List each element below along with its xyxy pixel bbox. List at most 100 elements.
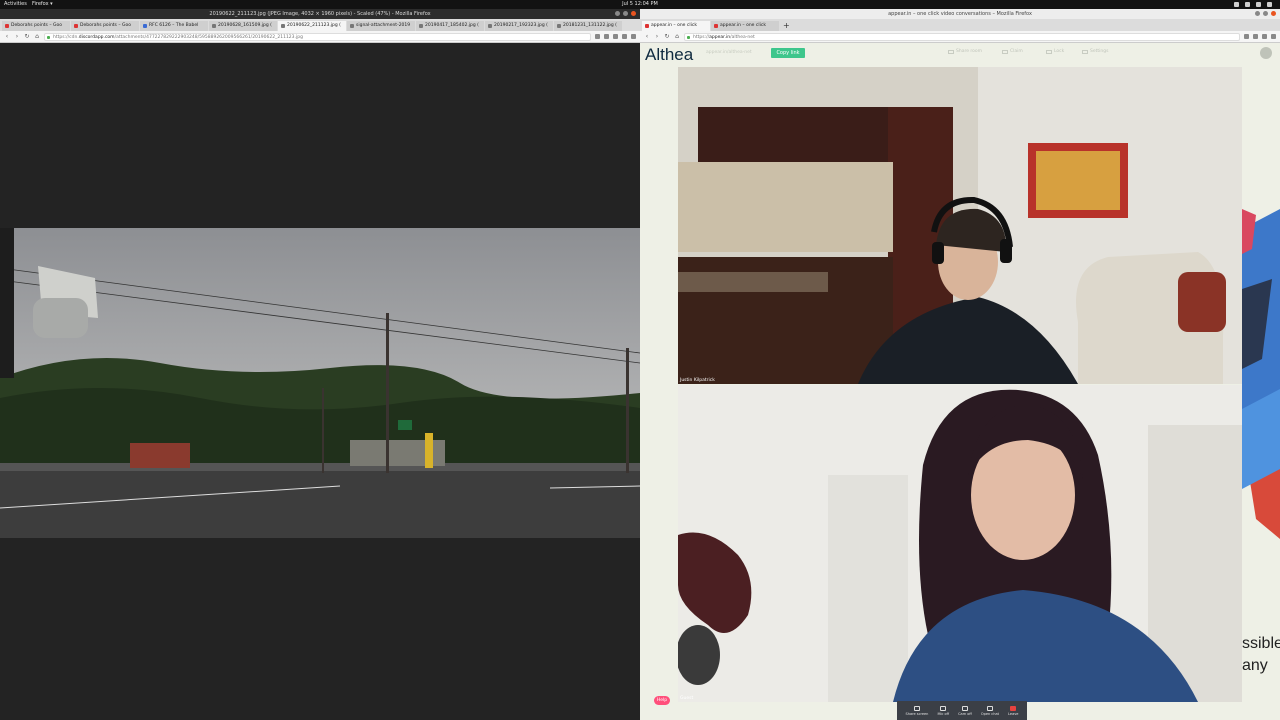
network-icon[interactable] [1245, 2, 1250, 7]
video-tile-justin[interactable]: Justin Kilpatrick [678, 67, 1242, 384]
browser-tab[interactable]: 20190217_192323.jpg ( [485, 21, 553, 31]
downloads-icon[interactable] [1244, 34, 1249, 39]
cam-toggle-button[interactable]: Cam off [958, 705, 972, 716]
system-tray[interactable] [1234, 0, 1272, 7]
url-bar[interactable]: https://appear.in/althea-net [684, 32, 1240, 41]
back-icon[interactable]: ‹ [4, 33, 10, 40]
control-label: Share screen [905, 711, 929, 716]
screen-icon [913, 705, 920, 711]
settings-button[interactable]: Settings [1082, 49, 1108, 54]
leave-icon [1010, 705, 1017, 711]
control-label: Mic off [937, 711, 950, 716]
forward-icon[interactable]: › [654, 33, 660, 40]
doc-icon [143, 24, 147, 28]
participant-name: Guest [680, 696, 694, 701]
browser-tab-active[interactable]: appear.in – one click [642, 21, 710, 31]
minimize-icon[interactable] [1255, 11, 1260, 16]
browser-tab[interactable]: signal-attachment-2019 [347, 21, 415, 31]
menu-icon[interactable] [1271, 34, 1276, 39]
chat-icon [986, 705, 993, 711]
library-icon[interactable] [604, 34, 609, 39]
url-prefix: https://cdn. [53, 34, 79, 40]
background-text-line: any [1242, 657, 1268, 674]
tab-label: 20190622_211123.jpg ( [287, 23, 341, 28]
avatar[interactable] [1260, 47, 1272, 59]
lock-button[interactable]: Lock [1046, 49, 1064, 54]
claim-button[interactable]: Claim [1002, 49, 1023, 54]
displayed-photo[interactable] [0, 228, 640, 538]
mic-toggle-button[interactable]: Mic off [937, 705, 950, 716]
maximize-icon[interactable] [623, 11, 628, 16]
browser-tab[interactable]: Deborahs points – Goo [71, 21, 139, 31]
volume-icon[interactable] [1256, 2, 1261, 7]
camera-icon [961, 705, 968, 711]
app-menu[interactable]: Firefox ▾ [32, 0, 53, 9]
image-icon [488, 24, 492, 28]
reload-icon[interactable]: ↻ [24, 33, 30, 40]
image-icon [557, 24, 561, 28]
window-titlebar: appear.in – one click video conversation… [640, 9, 1280, 19]
image-icon [419, 24, 423, 28]
tab-label: RFC 6126 – The Babel [149, 23, 199, 28]
window-titlebar: 20190622_211123.jpg (JPEG Image, 4032 × … [0, 9, 640, 19]
extension-icon[interactable] [622, 34, 627, 39]
tab-label: Deborahs points – Goo [80, 23, 132, 28]
activities-button[interactable]: Activities [4, 0, 27, 9]
copy-link-button[interactable]: Copy link [771, 48, 805, 58]
room-link: appear.in/althea-net [706, 50, 752, 55]
browser-tab[interactable]: RFC 6126 – The Babel [140, 21, 208, 31]
reload-icon[interactable]: ↻ [664, 33, 670, 40]
browser-tab[interactable]: 20190417_185402.jpg ( [416, 21, 484, 31]
tab-label: 20181231_131122.jpg ( [563, 23, 617, 28]
tab-label: appear.in – one click [720, 23, 766, 28]
extension-icon[interactable] [1262, 34, 1267, 39]
leave-button[interactable]: Leave [1008, 705, 1018, 716]
share-screen-button[interactable]: Share screen [905, 705, 929, 716]
video-tile-guest[interactable]: Guest [678, 385, 1242, 702]
browser-tab[interactable]: appear.in – one click [711, 21, 779, 31]
new-tab-icon[interactable]: + [780, 21, 793, 31]
url-prefix: https:// [693, 34, 710, 40]
control-label: Cam off [958, 711, 972, 716]
extension-icon[interactable] [613, 34, 618, 39]
nav-label: Share room [956, 49, 983, 54]
maximize-icon[interactable] [1263, 11, 1268, 16]
open-chat-button[interactable]: Open chat [981, 705, 999, 716]
forward-icon[interactable]: › [14, 33, 20, 40]
tab-strip: Deborahs points – Goo Deborahs points – … [0, 19, 640, 31]
image-icon [212, 24, 216, 28]
accessibility-icon[interactable] [1234, 2, 1239, 7]
back-icon[interactable]: ‹ [644, 33, 650, 40]
lock-icon [1046, 49, 1052, 54]
background-text-line: ssible [1242, 635, 1280, 652]
url-bar[interactable]: https://cdn.discordapp.com/attachments/4… [44, 32, 591, 41]
browser-tab-active[interactable]: 20190622_211123.jpg ( [278, 21, 346, 31]
share-room-button[interactable]: Share room [948, 49, 982, 54]
tab-label: 20190217_192323.jpg ( [494, 23, 548, 28]
library-icon[interactable] [1253, 34, 1258, 39]
minimize-icon[interactable] [615, 11, 620, 16]
gmail-icon [74, 24, 78, 28]
menu-icon[interactable] [631, 34, 636, 39]
nav-label: Lock [1054, 49, 1065, 54]
althea-logo[interactable]: Althea [645, 45, 693, 65]
gear-icon [1082, 49, 1088, 54]
clock[interactable]: Jul 5 12:04 PM [622, 0, 658, 9]
browser-tab[interactable]: 20181231_131122.jpg ( [554, 21, 622, 31]
tab-label: appear.in – one click [651, 23, 697, 28]
appear-icon [645, 24, 649, 28]
firefox-window-video-call: appear.in – one click video conversation… [640, 9, 1280, 720]
nav-label: Settings [1090, 49, 1109, 54]
help-button[interactable]: Help [654, 696, 670, 705]
tab-label: 20190417_185402.jpg ( [425, 23, 479, 28]
nav-toolbar: ‹ › ↻ ⌂ https://cdn.discordapp.com/attac… [0, 31, 640, 43]
close-icon[interactable] [631, 11, 636, 16]
browser-tab[interactable]: 20190628_161509.jpg ( [209, 21, 277, 31]
downloads-icon[interactable] [595, 34, 600, 39]
home-icon[interactable]: ⌂ [34, 33, 40, 40]
home-icon[interactable]: ⌂ [674, 33, 680, 40]
power-icon[interactable] [1267, 2, 1272, 7]
close-icon[interactable] [1271, 11, 1276, 16]
browser-tab[interactable]: Deborahs points – Goo [2, 21, 70, 31]
participant-video-feed [678, 385, 1242, 702]
